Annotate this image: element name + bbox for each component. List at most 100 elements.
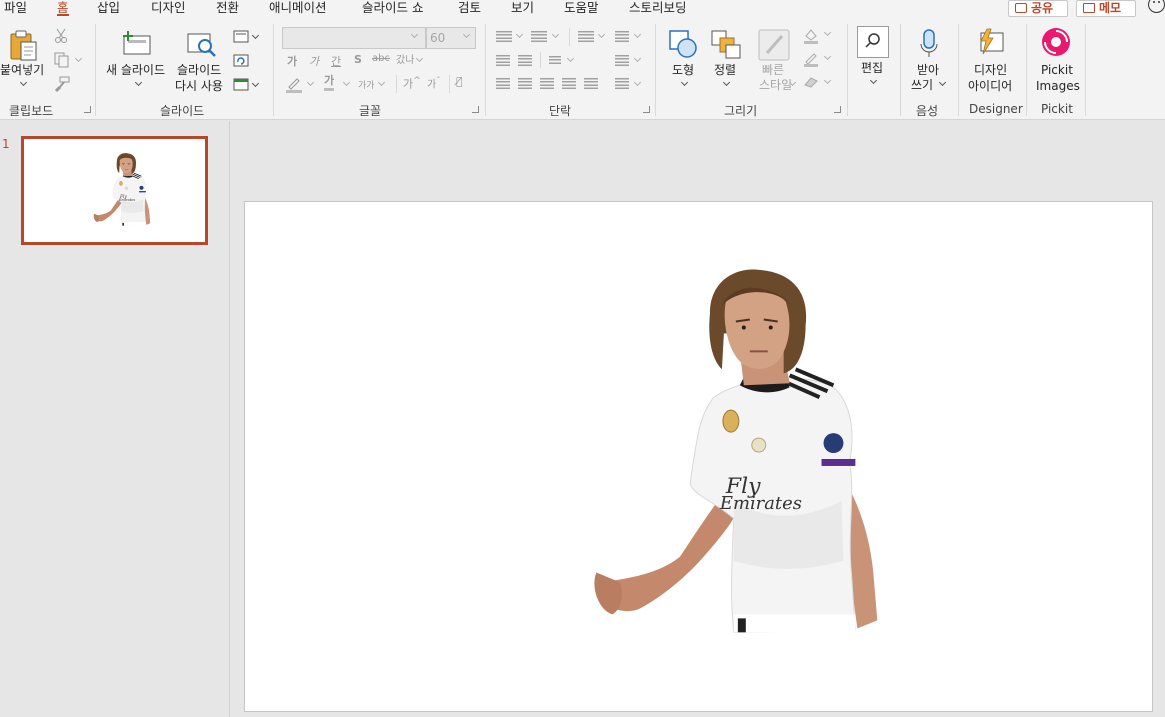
share-button[interactable]: 공유 (1008, 0, 1068, 17)
align-center-icon[interactable] (518, 78, 532, 89)
format-painter-icon[interactable] (54, 76, 70, 92)
tab-slideshow[interactable]: 슬라이드 쇼 (362, 0, 423, 18)
quick-styles-label-2: 스타일 (759, 78, 793, 92)
line-spacing-chevron-icon[interactable] (597, 30, 606, 39)
comments-button[interactable]: 메모 (1076, 0, 1136, 17)
player-photo[interactable]: Fly Emirates (245, 202, 1152, 711)
bold-icon[interactable]: 가 (287, 53, 297, 69)
paragraph-launcher-icon[interactable] (643, 106, 650, 113)
highlight-chevron-icon[interactable] (306, 78, 315, 87)
drawing-launcher-icon[interactable] (834, 106, 841, 113)
text-direction-chevron-icon[interactable] (633, 30, 642, 39)
copy-dropdown-chevron-icon[interactable] (74, 54, 83, 63)
underline-icon[interactable]: 간 (331, 53, 341, 69)
shape-outline-icon[interactable] (803, 51, 819, 67)
align-text-chevron-icon[interactable] (633, 54, 642, 63)
tab-file[interactable]: 파일 (4, 0, 27, 18)
tab-view[interactable]: 보기 (511, 0, 534, 18)
separator (540, 52, 541, 68)
numbering-chevron-icon[interactable] (551, 30, 560, 39)
pickit-icon (1042, 28, 1070, 56)
text-shadow-icon[interactable]: S (354, 53, 362, 66)
character-spacing-chevron-icon[interactable] (415, 54, 424, 63)
font-size-combobox[interactable]: 60 (426, 27, 476, 49)
italic-icon[interactable]: 가 (309, 53, 319, 69)
shrink-font-icon[interactable]: 가ˇ (427, 75, 440, 90)
change-case-icon[interactable]: 가가 (358, 78, 375, 91)
cut-icon[interactable] (54, 28, 68, 44)
editing-box (857, 26, 889, 58)
shape-effects-icon[interactable] (803, 75, 819, 89)
tab-review[interactable]: 검토 (458, 0, 481, 18)
reset-slide-icon[interactable] (233, 54, 249, 67)
shapes-label: 도형 (672, 63, 695, 77)
bullets-chevron-icon[interactable] (515, 30, 524, 39)
clipboard-launcher-icon[interactable] (84, 106, 91, 113)
slide-thumbnail-pane: 1 (0, 121, 230, 717)
feedback-smiley-icon[interactable] (1148, 0, 1165, 13)
tab-storyboarding[interactable]: 스토리보딩 (629, 0, 687, 18)
ribbon: 붙여넣기 클립보드 새 슬라이드 슬라이드 다시 사용 슬라이드 60 가 가 … (0, 20, 1165, 120)
shape-effects-chevron-icon[interactable] (823, 76, 832, 85)
bullets-icon[interactable] (496, 31, 512, 42)
tab-transitions[interactable]: 전환 (216, 0, 239, 18)
group-divider (95, 24, 96, 116)
section-chevron-icon[interactable] (251, 79, 260, 88)
distributed-icon[interactable] (584, 78, 598, 89)
layout-icon[interactable] (233, 30, 249, 43)
arrange-label: 정렬 (714, 63, 737, 77)
separator (449, 75, 450, 93)
line-spacing-icon[interactable] (578, 31, 594, 42)
shape-fill-icon[interactable] (803, 28, 819, 44)
font-color-chevron-icon[interactable] (342, 78, 351, 87)
tab-insert[interactable]: 삽입 (97, 0, 120, 18)
font-group-label: 글꼴 (359, 104, 382, 118)
menu-tab-bar: 파일 홈 삽입 디자인 전환 애니메이션 슬라이드 쇼 검토 보기 도움말 스토… (0, 0, 1165, 20)
section-icon[interactable] (233, 78, 249, 91)
columns-icon[interactable] (549, 56, 561, 64)
reuse-slides-icon (187, 33, 216, 57)
slide-thumbnail[interactable] (21, 136, 208, 245)
columns-chevron-icon[interactable] (566, 54, 575, 63)
shapes-icon (669, 30, 697, 58)
shape-outline-chevron-icon[interactable] (823, 52, 832, 61)
grow-font-icon[interactable]: 가^ (403, 75, 421, 92)
pickit-label-1: Pickit (1041, 63, 1073, 77)
group-divider (1026, 24, 1027, 116)
copy-icon[interactable] (54, 52, 70, 68)
group-divider (1085, 24, 1086, 116)
numbering-icon[interactable] (531, 31, 547, 42)
align-right-icon[interactable] (540, 78, 554, 89)
slide-canvas[interactable]: Fly Emirates (244, 201, 1153, 712)
group-divider (900, 24, 901, 116)
align-left-icon[interactable] (496, 78, 510, 89)
text-direction-icon[interactable] (615, 31, 629, 42)
player-photo-thumbnail (93, 152, 151, 227)
tab-help[interactable]: 도움말 (564, 0, 599, 18)
smartart-chevron-icon[interactable] (633, 78, 642, 87)
layout-chevron-icon[interactable] (251, 31, 260, 40)
font-launcher-icon[interactable] (472, 106, 479, 113)
tab-home[interactable]: 홈 (57, 0, 69, 18)
font-name-combobox[interactable] (282, 27, 426, 49)
character-spacing-icon[interactable]: 갔나 (396, 51, 414, 66)
increase-indent-icon[interactable] (518, 55, 532, 66)
strikethrough-icon[interactable]: abc (372, 53, 390, 64)
decrease-indent-icon[interactable] (496, 55, 510, 66)
highlight-color-icon[interactable] (285, 75, 303, 93)
shape-fill-chevron-icon[interactable] (823, 28, 832, 37)
clear-formatting-icon[interactable]: 가̸ (456, 75, 463, 88)
font-color-icon[interactable]: 가 (324, 74, 335, 91)
smartart-convert-icon[interactable] (615, 78, 629, 89)
justify-icon[interactable] (562, 78, 576, 89)
reuse-slides-label-2: 다시 사용 (175, 79, 223, 93)
slides-group-label: 슬라이드 (160, 104, 205, 118)
tab-animations[interactable]: 애니메이션 (269, 0, 327, 18)
arrange-chevron-icon (722, 78, 731, 87)
align-text-icon[interactable] (615, 55, 629, 66)
change-case-chevron-icon[interactable] (377, 78, 386, 87)
group-divider (655, 24, 656, 116)
tab-design[interactable]: 디자인 (151, 0, 186, 18)
microphone-icon (920, 29, 938, 57)
search-icon (865, 33, 880, 48)
